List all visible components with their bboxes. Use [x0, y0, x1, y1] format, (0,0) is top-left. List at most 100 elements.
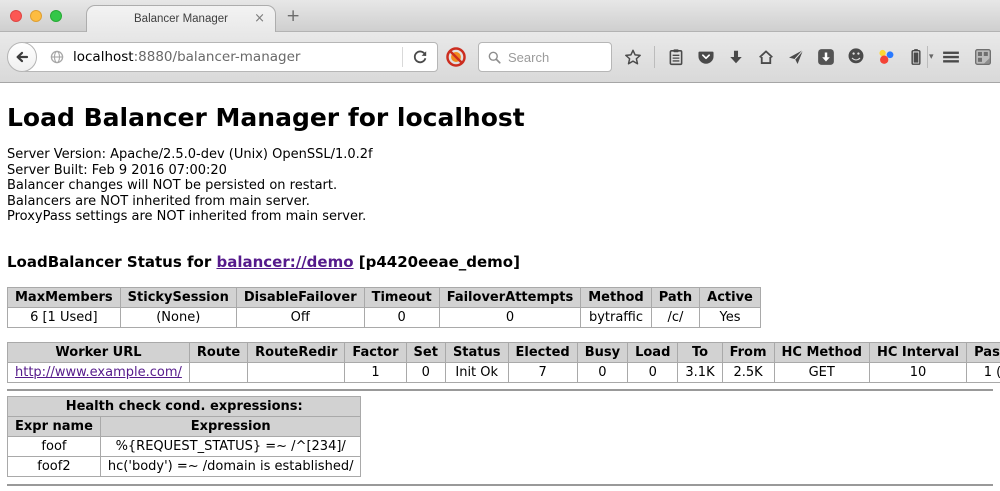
- feedback-smiley-icon[interactable]: ☻: [847, 48, 865, 66]
- search-input[interactable]: [508, 50, 594, 65]
- search-bar[interactable]: [478, 42, 612, 72]
- column-header: DisableFailover: [236, 287, 364, 307]
- table-cell: Yes: [700, 307, 761, 327]
- column-header: Active: [700, 287, 761, 307]
- back-button[interactable]: [7, 42, 37, 72]
- health-table-row: foof %{REQUEST_STATUS} =~ /^[234]/: [8, 436, 361, 456]
- toolbar-icons: ☻ ▾: [624, 42, 934, 72]
- home-icon[interactable]: [757, 48, 775, 66]
- toolbar-divider: [927, 46, 928, 68]
- column-header: StickySession: [120, 287, 236, 307]
- column-header: Status: [445, 342, 508, 362]
- site-identity-globe-icon[interactable]: [49, 49, 65, 65]
- health-table-header-row: Expr name Expression: [8, 416, 361, 436]
- back-arrow-icon: [14, 49, 30, 65]
- table-cell: GET: [774, 362, 869, 382]
- balancers-notice-line: Balancers are NOT inherited from main se…: [7, 194, 993, 210]
- column-header: Passes: [967, 342, 1000, 362]
- column-header: RouteRedir: [248, 342, 345, 362]
- status-heading-suffix: [p4420eeae_demo]: [354, 253, 520, 271]
- table-cell: Off: [236, 307, 364, 327]
- health-table-title-row: Health check cond. expressions:: [8, 396, 361, 416]
- table-cell: 0: [577, 362, 627, 382]
- url-text[interactable]: localhost:8880/balancer-manager: [73, 49, 402, 65]
- tab-title: Balancer Manager: [134, 13, 228, 25]
- table-cell: 1 (0): [967, 362, 1000, 382]
- column-header: Worker URL: [8, 342, 190, 362]
- table-cell: 0: [439, 307, 581, 327]
- tab-balancer-manager[interactable]: Balancer Manager ×: [86, 5, 276, 32]
- bookmark-star-icon[interactable]: [624, 48, 642, 66]
- table-cell: 0: [406, 362, 445, 382]
- persist-notice-line: Balancer changes will NOT be persisted o…: [7, 178, 993, 194]
- battery-extension-icon[interactable]: [907, 48, 925, 66]
- balancer-table: MaxMembers StickySession DisableFailover…: [7, 287, 761, 328]
- table-cell: 2.5K: [722, 362, 774, 382]
- send-plane-icon[interactable]: [787, 48, 805, 66]
- expression-cell: %{REQUEST_STATUS} =~ /^[234]/: [100, 436, 361, 456]
- url-path: :8880/balancer-manager: [134, 49, 301, 65]
- expression-cell: hc('body') =~ /domain is established/: [100, 456, 361, 476]
- new-tab-button[interactable]: +: [286, 4, 300, 28]
- worker-table-row: http://www.example.com/ 1 0 Init Ok 7 0 …: [8, 362, 1000, 382]
- worker-url-cell: http://www.example.com/: [8, 362, 190, 382]
- toolbar-divider: [654, 46, 655, 68]
- tab-close-icon[interactable]: ×: [254, 10, 265, 27]
- column-header: MaxMembers: [8, 287, 121, 307]
- health-table-title: Health check cond. expressions:: [8, 396, 361, 416]
- reload-button[interactable]: [403, 49, 437, 65]
- column-header: Load: [628, 342, 678, 362]
- worker-url-link[interactable]: http://www.example.com/: [15, 365, 182, 380]
- close-window-button[interactable]: [10, 10, 22, 22]
- extension-download-box-icon[interactable]: [817, 48, 835, 66]
- balancer-table-header-row: MaxMembers StickySession DisableFailover…: [8, 287, 761, 307]
- table-cell: bytraffic: [581, 307, 651, 327]
- status-heading-prefix: LoadBalancer Status for: [7, 253, 216, 271]
- balancer-table-row: 6 [1 Used] (None) Off 0 0 bytraffic /c/ …: [8, 307, 761, 327]
- extension-dots-icon[interactable]: [877, 48, 895, 66]
- pocket-icon[interactable]: [697, 48, 715, 66]
- content-blocker-icon[interactable]: [445, 46, 467, 72]
- balancer-demo-link[interactable]: balancer://demo: [216, 253, 353, 271]
- worker-table: Worker URL Route RouteRedir Factor Set S…: [7, 342, 1000, 383]
- column-header: Expr name: [8, 416, 101, 436]
- loadbalancer-status-heading: LoadBalancer Status for balancer://demo …: [7, 253, 993, 271]
- table-cell: 10: [869, 362, 966, 382]
- browser-window: Balancer Manager × + localhost:8880/bala…: [0, 0, 1000, 491]
- clipboard-icon[interactable]: [667, 48, 685, 66]
- column-header: Set: [406, 342, 445, 362]
- column-header: Factor: [345, 342, 406, 362]
- column-header: HC Method: [774, 342, 869, 362]
- search-icon[interactable]: [487, 50, 502, 65]
- table-cell: [248, 362, 345, 382]
- table-cell: 1: [345, 362, 406, 382]
- zoom-window-button[interactable]: [50, 10, 62, 22]
- health-check-table: Health check cond. expressions: Expr nam…: [7, 396, 361, 477]
- proxypass-notice-line: ProxyPass settings are NOT inherited fro…: [7, 209, 993, 225]
- column-header: From: [722, 342, 774, 362]
- column-header: Method: [581, 287, 651, 307]
- column-header: HC Interval: [869, 342, 966, 362]
- server-info: Server Version: Apache/2.5.0-dev (Unix) …: [7, 147, 993, 225]
- titlebar: Balancer Manager × +: [0, 0, 1000, 32]
- column-header: Elected: [508, 342, 577, 362]
- bottom-rule: [7, 484, 993, 486]
- table-cell: 7: [508, 362, 577, 382]
- minimize-window-button[interactable]: [30, 10, 42, 22]
- column-header: Busy: [577, 342, 627, 362]
- table-cell: 3.1K: [678, 362, 722, 382]
- column-header: Route: [189, 342, 247, 362]
- url-bar[interactable]: localhost:8880/balancer-manager: [22, 42, 438, 72]
- toolbar-right-icons: [927, 42, 992, 72]
- column-header: Expression: [100, 416, 361, 436]
- panel-grid-icon[interactable]: [974, 48, 992, 66]
- download-icon[interactable]: [727, 48, 745, 66]
- column-header: To: [678, 342, 722, 362]
- menu-hamburger-icon[interactable]: [942, 48, 960, 66]
- server-built-line: Server Built: Feb 9 2016 07:00:20: [7, 163, 993, 179]
- navigation-toolbar: localhost:8880/balancer-manager: [0, 32, 1000, 83]
- divider-rule: [7, 389, 993, 391]
- page-content: Load Balancer Manager for localhost Serv…: [0, 84, 1000, 491]
- column-header: Timeout: [364, 287, 439, 307]
- column-header: FailoverAttempts: [439, 287, 581, 307]
